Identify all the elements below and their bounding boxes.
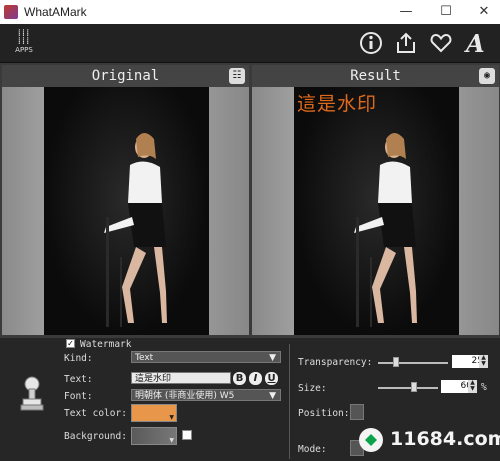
- original-panel-header: Original ☷: [2, 65, 249, 87]
- transparency-label: Transparency:: [298, 357, 373, 368]
- transparency-slider-track[interactable]: [378, 362, 448, 364]
- kind-label: Kind:: [64, 353, 93, 364]
- result-panel-header: Result ◉: [252, 65, 499, 87]
- text-input[interactable]: 這是水印: [131, 372, 231, 384]
- svg-text:A: A: [464, 30, 485, 56]
- apps-grid-icon: ⁞⁞⁞ ⁞⁞⁞: [17, 28, 31, 47]
- watermark-preview-text[interactable]: 這是水印: [297, 89, 377, 116]
- watermark-enable-checkbox[interactable]: ✓: [66, 339, 75, 348]
- apps-button[interactable]: ⁞⁞⁞ ⁞⁞⁞ APPS: [10, 28, 38, 58]
- title-bar: WhatAMark — ☐ ✕: [0, 0, 500, 24]
- stamp-icon[interactable]: [20, 376, 44, 412]
- font-value: 明朝体 (非商业使用) W5: [135, 391, 235, 401]
- maximize-button[interactable]: ☐: [436, 3, 456, 21]
- font-select[interactable]: 明朝体 (非商业使用) W5 ▼: [131, 389, 281, 401]
- window-title: WhatAMark: [24, 5, 87, 19]
- size-label: Size:: [298, 383, 327, 394]
- close-button[interactable]: ✕: [474, 3, 494, 21]
- settings-toggle-icon[interactable]: ☷: [229, 68, 245, 84]
- app-logo-icon: [4, 5, 18, 19]
- dropdown-arrow-icon: ▼: [269, 353, 276, 363]
- size-spinner[interactable]: ▲ ▼: [468, 380, 477, 393]
- divider: [289, 344, 290, 459]
- original-image-panel: [2, 87, 249, 335]
- share-icon[interactable]: [393, 30, 419, 56]
- dropdown-arrow-icon: ▼: [169, 437, 174, 444]
- dropdown-arrow-icon: ▼: [269, 391, 276, 401]
- mode-label: Mode:: [298, 444, 327, 455]
- toolbar: ⁞⁞⁞ ⁞⁞⁞ APPS A: [0, 24, 500, 63]
- transparency-spinner[interactable]: ▲ ▼: [479, 355, 488, 368]
- transparency-slider-thumb[interactable]: [392, 357, 399, 367]
- original-label: Original: [91, 68, 160, 84]
- text-label: Text:: [64, 374, 93, 385]
- size-slider-track[interactable]: [378, 387, 438, 389]
- text-color-label: Text color:: [64, 408, 127, 419]
- watermark-section-label: Watermark: [80, 339, 132, 350]
- heart-icon[interactable]: [428, 30, 454, 56]
- font-icon[interactable]: A: [464, 30, 494, 56]
- model-photo-figure: [104, 133, 167, 327]
- size-unit: %: [481, 382, 487, 393]
- italic-button[interactable]: I: [249, 372, 262, 385]
- position-label: Position:: [298, 408, 350, 419]
- info-icon[interactable]: [358, 30, 384, 56]
- eye-icon[interactable]: ◉: [479, 68, 495, 84]
- result-photo: 這是水印: [294, 87, 459, 335]
- background-label: Background:: [64, 431, 127, 442]
- background-color-swatch[interactable]: ▼: [131, 427, 177, 445]
- site-watermark: 11684.com: [356, 425, 500, 455]
- underline-button[interactable]: U: [265, 372, 278, 385]
- apps-label: APPS: [15, 46, 33, 54]
- site-watermark-text: 11684.com: [390, 428, 500, 450]
- kind-value: Text: [135, 353, 154, 363]
- background-enable-checkbox[interactable]: [182, 430, 192, 440]
- text-color-swatch[interactable]: ▼: [131, 404, 177, 422]
- result-label: Result: [350, 68, 401, 84]
- site-logo-icon: [359, 428, 383, 452]
- bold-button[interactable]: B: [233, 372, 246, 385]
- original-photo: [44, 87, 209, 335]
- result-image-panel: 這是水印: [252, 87, 499, 335]
- font-label: Font:: [64, 391, 93, 402]
- dropdown-arrow-icon: ▼: [169, 414, 174, 421]
- size-slider-thumb[interactable]: [411, 382, 417, 392]
- model-photo-figure-result: [354, 133, 417, 327]
- minimize-button[interactable]: —: [396, 3, 416, 21]
- kind-select[interactable]: Text ▼: [131, 351, 281, 363]
- position-picker[interactable]: [350, 404, 364, 420]
